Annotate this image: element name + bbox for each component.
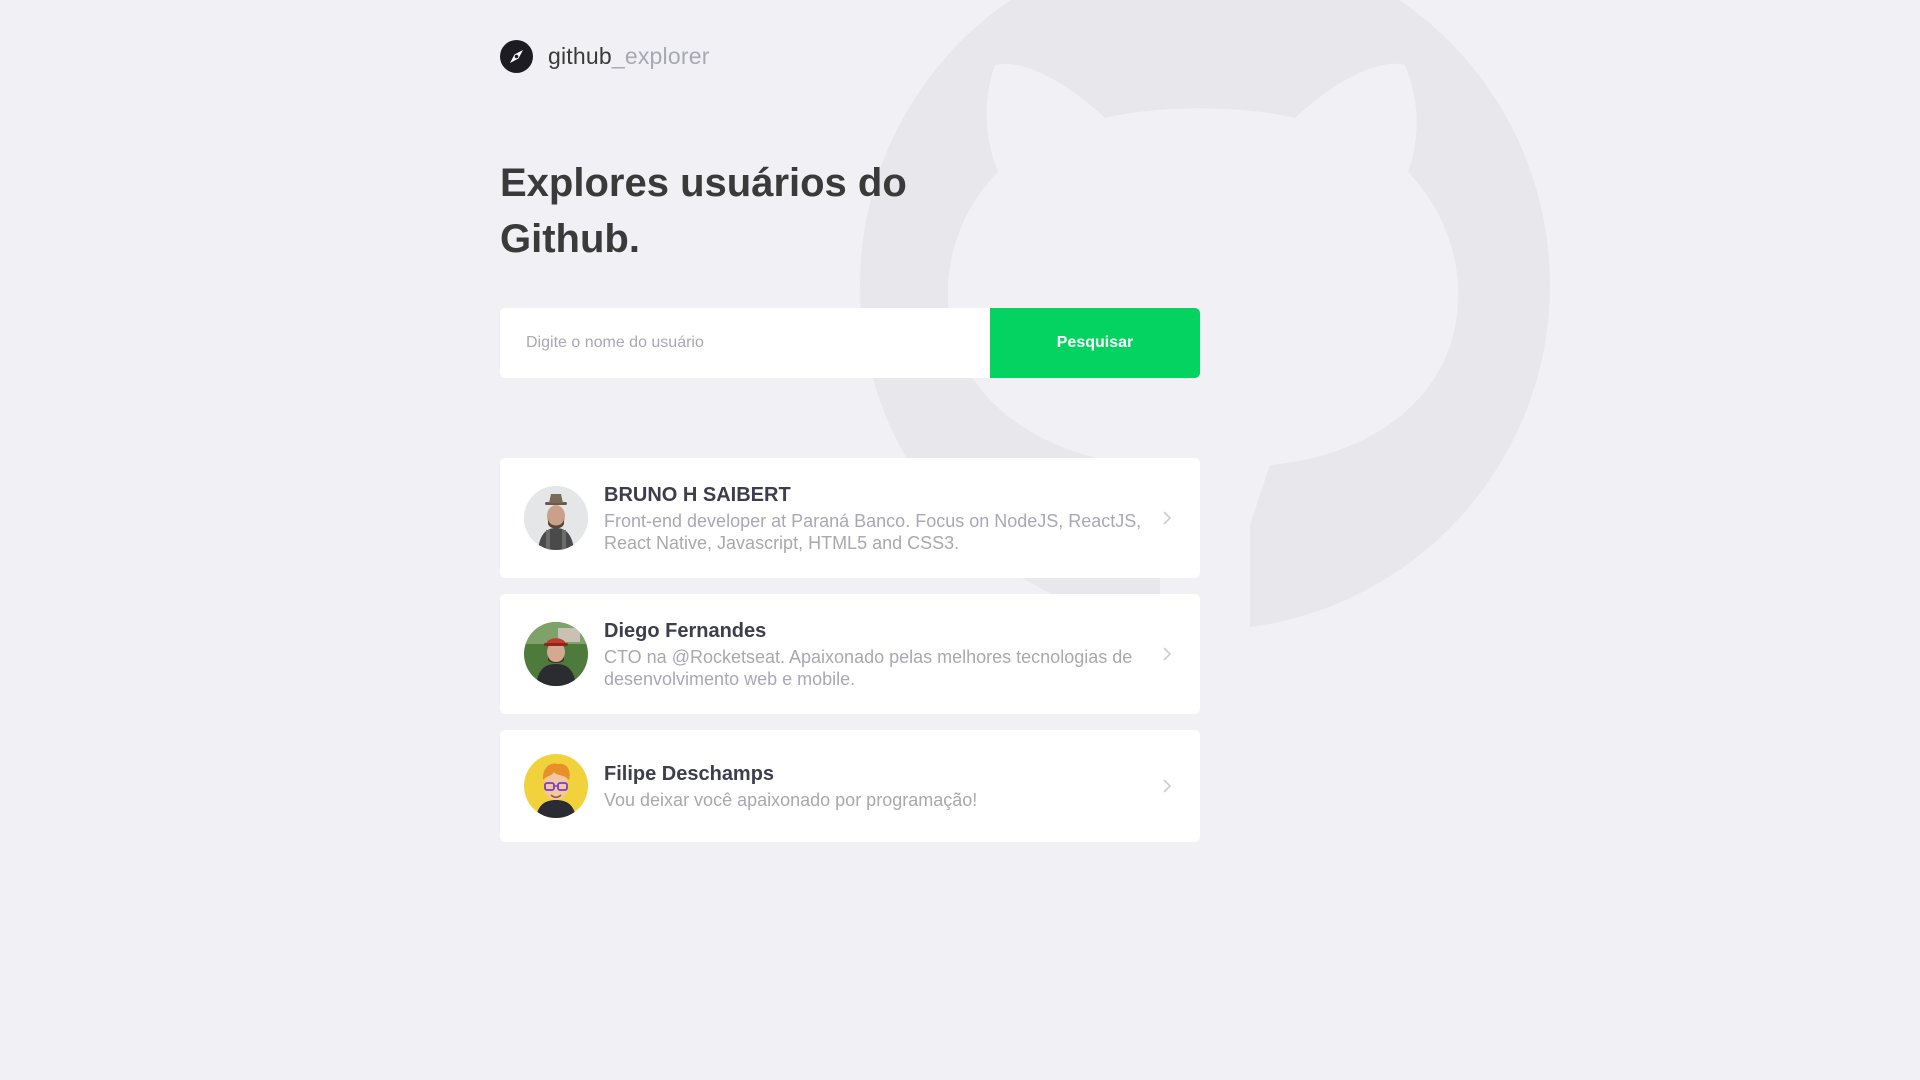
user-description: Vou deixar você apaixonado por programaç… bbox=[604, 790, 978, 810]
user-avatar bbox=[524, 754, 588, 818]
compass-icon bbox=[500, 39, 533, 73]
logo-text: github_explorer bbox=[548, 43, 710, 70]
user-info: Diego Fernandes CTO na @Rocketseat. Apai… bbox=[604, 618, 1176, 690]
user-info: BRUNO H SAIBERT Front-end developer at P… bbox=[604, 482, 1176, 554]
page-title: Explores usuários do Github. bbox=[500, 155, 940, 267]
user-info: Filipe Deschamps Vou deixar você apaixon… bbox=[604, 761, 1176, 811]
user-name: BRUNO H SAIBERT bbox=[604, 484, 791, 506]
logo-text-primary: github bbox=[548, 42, 612, 69]
chevron-right-icon bbox=[1163, 779, 1172, 793]
user-card-diego[interactable]: Diego Fernandes CTO na @Rocketseat. Apai… bbox=[500, 594, 1200, 714]
user-card-bruno[interactable]: BRUNO H SAIBERT Front-end developer at P… bbox=[500, 458, 1200, 578]
search-form: Pesquisar bbox=[500, 308, 1200, 378]
search-input[interactable] bbox=[500, 308, 990, 378]
user-name: Diego Fernandes bbox=[604, 620, 767, 642]
search-button[interactable]: Pesquisar bbox=[990, 308, 1200, 378]
logo[interactable]: github_explorer bbox=[500, 39, 710, 73]
user-avatar bbox=[524, 486, 588, 550]
user-description: CTO na @Rocketseat. Apaixonado pelas mel… bbox=[604, 647, 1133, 689]
page-title-line2: Github. bbox=[500, 217, 640, 261]
user-description: Front-end developer at Paraná Banco. Foc… bbox=[604, 511, 1142, 553]
chevron-right-icon bbox=[1163, 511, 1172, 525]
logo-text-secondary: _explorer bbox=[611, 42, 710, 69]
page-title-line1: Explores usuários do bbox=[500, 161, 907, 205]
user-name: Filipe Deschamps bbox=[604, 763, 775, 785]
chevron-right-icon bbox=[1163, 647, 1172, 661]
user-list: BRUNO H SAIBERT Front-end developer at P… bbox=[500, 458, 1200, 858]
user-card-filipe[interactable]: Filipe Deschamps Vou deixar você apaixon… bbox=[500, 730, 1200, 842]
user-avatar bbox=[524, 622, 588, 686]
